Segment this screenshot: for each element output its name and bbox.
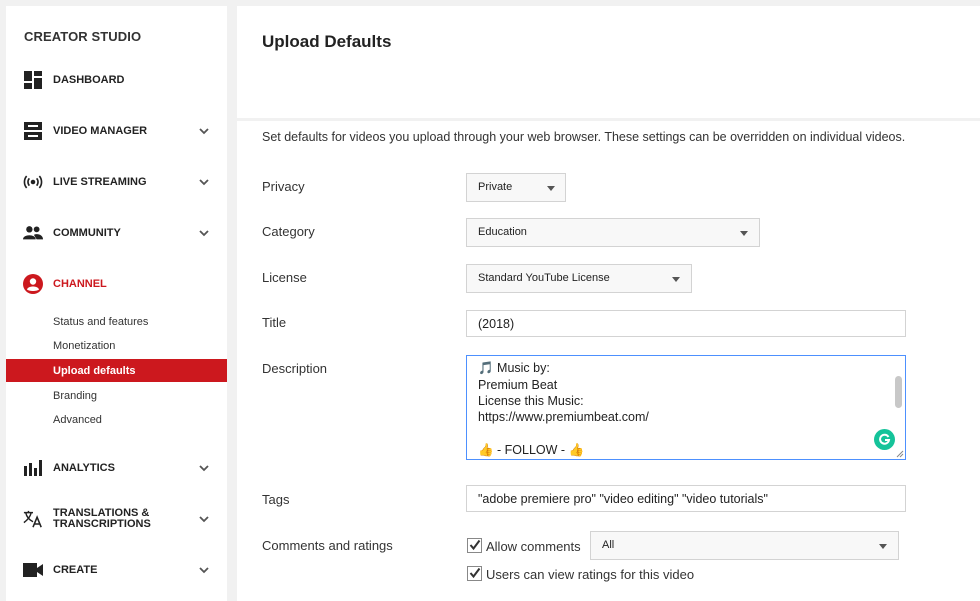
- sidebar-subitem-monetization[interactable]: Monetization: [6, 334, 227, 357]
- tags-label: Tags: [262, 492, 290, 507]
- sidebar-subitem-upload-defaults[interactable]: Upload defaults: [6, 359, 227, 382]
- dashboard-icon: [23, 70, 43, 90]
- license-label: License: [262, 270, 307, 285]
- allow-comments-label: Allow comments: [486, 539, 581, 554]
- chevron-down-icon[interactable]: [198, 564, 210, 576]
- grammarly-icon[interactable]: [874, 429, 895, 450]
- caret-down-icon: [547, 186, 555, 191]
- category-select[interactable]: Education: [466, 218, 760, 247]
- title-input[interactable]: (2018): [466, 310, 906, 337]
- sidebar-item-label: CREATE: [53, 563, 98, 576]
- textarea-scrollbar[interactable]: [895, 376, 902, 408]
- checkmark-icon: [469, 539, 481, 551]
- upload-defaults-form: Set defaults for videos you upload throu…: [237, 121, 980, 601]
- sidebar-subitem-branding[interactable]: Branding: [6, 384, 227, 407]
- description-textarea[interactable]: 🎵 Music by: Premium Beat License this Mu…: [466, 355, 906, 460]
- sidebar-item-label: VIDEO MANAGER: [53, 124, 148, 137]
- description-line: 🎵 Music by:: [478, 361, 550, 375]
- sidebar-item-label: COMMUNITY: [53, 226, 121, 239]
- sidebar-item-label: LIVE STREAMING: [53, 175, 147, 188]
- description-line: 👍 - FOLLOW - 👍: [478, 443, 585, 457]
- checkmark-icon: [469, 567, 481, 579]
- sidebar-item-label: DASHBOARD: [53, 73, 125, 86]
- chevron-down-icon[interactable]: [198, 125, 210, 137]
- category-label: Category: [262, 224, 315, 239]
- sidebar-item-label: ANALYTICS: [53, 461, 115, 474]
- view-ratings-label: Users can view ratings for this video: [486, 567, 695, 582]
- title-label: Title: [262, 315, 287, 330]
- sidebar-item-analytics[interactable]: ANALYTICS: [6, 453, 227, 483]
- caret-down-icon: [672, 277, 680, 282]
- tags-input[interactable]: "adobe premiere pro" "video editing" "vi…: [466, 485, 906, 512]
- sidebar-item-label: CHANNEL: [53, 277, 107, 290]
- sidebar: CREATOR STUDIO DASHBOARD VIDEO MANAGER L…: [6, 6, 227, 601]
- license-select[interactable]: Standard YouTube License: [466, 264, 692, 293]
- community-icon: [23, 223, 43, 243]
- description-line: https://www.premiumbeat.com/: [478, 410, 649, 424]
- sidebar-item-community[interactable]: COMMUNITY: [6, 218, 227, 248]
- description-label: Description: [262, 361, 328, 376]
- intro-text: Set defaults for videos you upload throu…: [262, 130, 906, 144]
- description-line: Premium Beat: [478, 378, 558, 392]
- privacy-select[interactable]: Private: [466, 173, 566, 202]
- caret-down-icon: [879, 544, 887, 549]
- sidebar-item-dashboard[interactable]: DASHBOARD: [6, 65, 227, 95]
- description-line: License this Music:: [478, 394, 584, 408]
- chevron-down-icon[interactable]: [198, 462, 210, 474]
- chevron-down-icon[interactable]: [198, 513, 210, 525]
- comments-filter-select[interactable]: All: [590, 531, 899, 560]
- title-input-value: (2018): [478, 317, 515, 331]
- video-camera-icon: [23, 560, 43, 580]
- sidebar-subitem-label: Advanced: [53, 413, 102, 426]
- live-streaming-icon: [23, 172, 43, 192]
- caret-down-icon: [740, 231, 748, 236]
- sidebar-subitem-label: Status and features: [53, 315, 149, 328]
- sidebar-item-channel[interactable]: CHANNEL: [6, 269, 227, 299]
- video-manager-icon: [23, 121, 43, 141]
- category-select-value: Education: [478, 226, 527, 238]
- resize-handle-icon[interactable]: [895, 449, 904, 458]
- sidebar-item-translations[interactable]: TRANSLATIONS & TRANSCRIPTIONS: [6, 504, 227, 534]
- allow-comments-checkbox[interactable]: [467, 538, 482, 553]
- tags-input-value: "adobe premiere pro" "video editing" "vi…: [478, 492, 768, 506]
- translate-icon: [23, 509, 43, 529]
- sidebar-subitem-status-and-features[interactable]: Status and features: [6, 310, 227, 333]
- sidebar-subitem-label: Monetization: [53, 339, 116, 352]
- sidebar-subitem-label: Upload defaults: [53, 364, 136, 377]
- page-title: Upload Defaults: [262, 32, 392, 51]
- privacy-label: Privacy: [262, 179, 305, 194]
- sidebar-item-video-manager[interactable]: VIDEO MANAGER: [6, 116, 227, 146]
- channel-icon: [23, 274, 43, 294]
- license-select-value: Standard YouTube License: [478, 272, 610, 284]
- page-header: Upload Defaults: [237, 6, 980, 118]
- privacy-select-value: Private: [478, 181, 513, 193]
- brand-title: CREATOR STUDIO: [24, 29, 142, 44]
- sidebar-item-live-streaming[interactable]: LIVE STREAMING: [6, 167, 227, 197]
- sidebar-item-label-line2: TRANSCRIPTIONS: [53, 518, 151, 530]
- view-ratings-checkbox[interactable]: [467, 566, 482, 581]
- chevron-down-icon[interactable]: [198, 227, 210, 239]
- comments-label: Comments and ratings: [262, 538, 393, 553]
- chevron-down-icon[interactable]: [198, 176, 210, 188]
- sidebar-subitem-label: Branding: [53, 389, 98, 402]
- sidebar-subitem-advanced[interactable]: Advanced: [6, 408, 227, 431]
- sidebar-item-create[interactable]: CREATE: [6, 555, 227, 585]
- analytics-icon: [23, 458, 43, 478]
- comments-filter-value: All: [602, 539, 615, 551]
